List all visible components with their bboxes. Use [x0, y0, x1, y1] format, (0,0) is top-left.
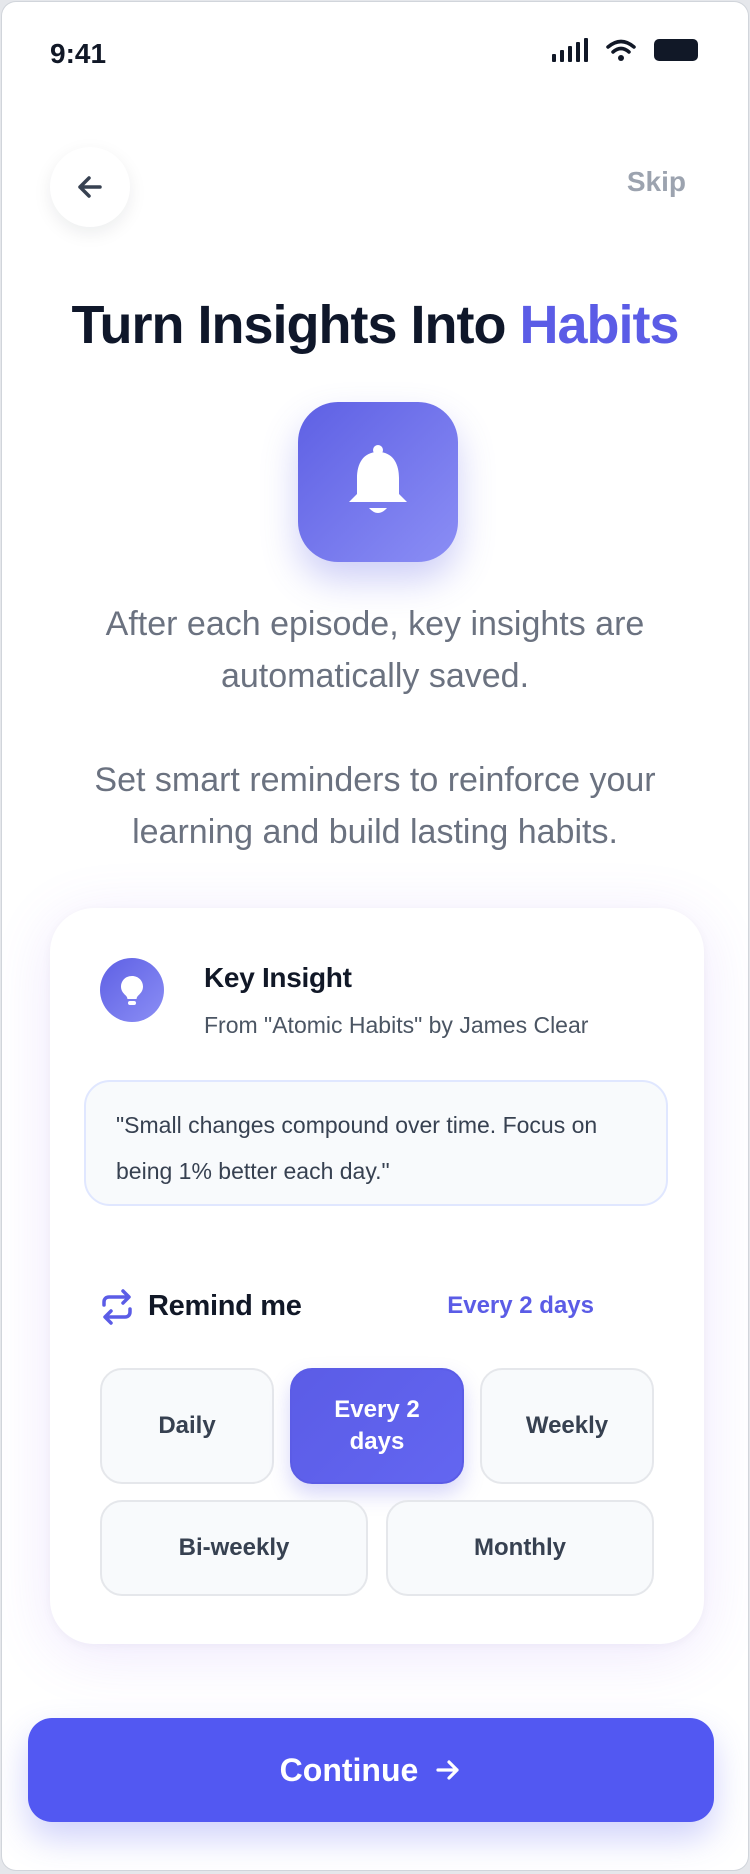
insight-icon-badge [100, 958, 164, 1022]
option-label: Bi-weekly [178, 1534, 290, 1561]
option-label: Daily [158, 1412, 216, 1439]
cellular-signal-icon [552, 38, 588, 62]
description-saved: After each episode, key insights are aut… [105, 605, 645, 695]
title-accent: Habits [519, 295, 679, 355]
option-label: Monthly [474, 1534, 566, 1561]
description-reminders: Set smart reminders to reinforce your le… [94, 761, 656, 851]
page-title: Turn Insights Into Habits [2, 294, 748, 356]
title-main: Turn Insights Into [71, 295, 507, 355]
insight-title: Key Insight [204, 962, 352, 993]
frequency-option-weekly[interactable]: Weekly [480, 1368, 654, 1484]
insight-card: Key Insight From "Atomic Habits" by Jame… [50, 908, 704, 1644]
skip-button[interactable]: Skip [627, 166, 686, 198]
frequency-option-every-2-days[interactable]: Every 2 days [290, 1368, 464, 1484]
remind-selected-value: Every 2 days [447, 1292, 594, 1319]
onboarding-screen: 9:41 Skip Turn Insights Into Habits Afte… [2, 2, 748, 1870]
remind-label: Remind me [148, 1290, 302, 1322]
status-time: 9:41 [50, 38, 107, 69]
lightbulb-icon [121, 976, 143, 1005]
option-label: Every 2 days [334, 1396, 420, 1455]
insight-quote: "Small changes compound over time. Focus… [84, 1080, 668, 1206]
wifi-icon [606, 39, 636, 61]
status-icons [552, 38, 698, 62]
repeat-icon [102, 1289, 132, 1325]
frequency-option-daily[interactable]: Daily [100, 1368, 274, 1484]
bell-icon [349, 445, 407, 513]
frequency-option-monthly[interactable]: Monthly [386, 1500, 654, 1596]
frequency-option-bi-weekly[interactable]: Bi-weekly [100, 1500, 368, 1596]
arrow-left-icon [78, 176, 102, 198]
arrow-right-icon [436, 1760, 459, 1780]
insight-source: From "Atomic Habits" by James Clear [204, 1012, 589, 1038]
continue-label: Continue [279, 1751, 419, 1788]
option-label: Weekly [525, 1412, 609, 1439]
continue-button[interactable]: Continue [28, 1718, 714, 1822]
battery-icon [654, 39, 698, 61]
bell-badge [298, 402, 458, 562]
back-button[interactable] [50, 147, 130, 227]
